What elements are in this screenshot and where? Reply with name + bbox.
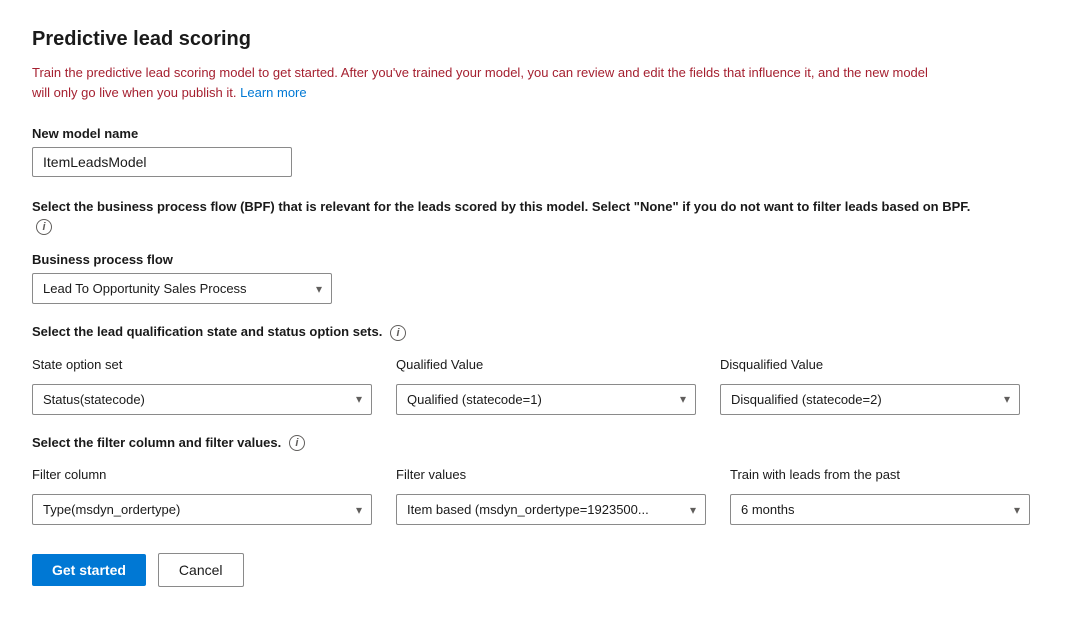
train-col: Train with leads from the past 6 months … — [730, 467, 1030, 525]
lead-qual-heading: Select the lead qualification state and … — [32, 324, 1045, 341]
lead-qual-info-icon: i — [390, 325, 406, 341]
disqualified-col: Disqualified Value Disqualified (stateco… — [720, 357, 1020, 415]
model-name-input[interactable] — [32, 147, 292, 177]
filter-val-col: Filter values Item based (msdyn_ordertyp… — [396, 467, 706, 525]
filter-col-select-wrapper: Type(msdyn_ordertype) ▾ — [32, 494, 372, 525]
disqualified-select-wrapper: Disqualified (statecode=2) ▾ — [720, 384, 1020, 415]
state-select[interactable]: Status(statecode) — [32, 384, 372, 415]
train-label: Train with leads from the past — [730, 467, 1030, 482]
button-bar: Get started Cancel — [32, 553, 1045, 587]
learn-more-link[interactable]: Learn more — [240, 85, 306, 100]
bpf-label: Business process flow — [32, 252, 1045, 267]
filter-val-select[interactable]: Item based (msdyn_ordertype=1923500... — [396, 494, 706, 525]
qualified-col: Qualified Value Qualified (statecode=1) … — [396, 357, 696, 415]
bpf-select[interactable]: None Lead To Opportunity Sales Process P… — [32, 273, 332, 304]
state-label: State option set — [32, 357, 372, 372]
lead-qual-section: Select the lead qualification state and … — [32, 324, 1045, 415]
disqualified-label: Disqualified Value — [720, 357, 1020, 372]
get-started-button[interactable]: Get started — [32, 554, 146, 586]
filter-heading: Select the filter column and filter valu… — [32, 435, 1045, 452]
train-select[interactable]: 6 months 3 months 12 months 24 months — [730, 494, 1030, 525]
filter-val-select-wrapper: Item based (msdyn_ordertype=1923500... ▾ — [396, 494, 706, 525]
bpf-info-text: Select the business process flow (BPF) t… — [32, 197, 992, 236]
filter-val-label: Filter values — [396, 467, 706, 482]
bpf-select-wrapper: None Lead To Opportunity Sales Process P… — [32, 273, 332, 304]
filter-info-icon: i — [289, 435, 305, 451]
model-name-label: New model name — [32, 126, 1045, 141]
qualified-select-wrapper: Qualified (statecode=1) ▾ — [396, 384, 696, 415]
cancel-button[interactable]: Cancel — [158, 553, 244, 587]
filter-col-col: Filter column Type(msdyn_ordertype) ▾ — [32, 467, 372, 525]
qualified-label: Qualified Value — [396, 357, 696, 372]
train-select-wrapper: 6 months 3 months 12 months 24 months ▾ — [730, 494, 1030, 525]
qualified-select[interactable]: Qualified (statecode=1) — [396, 384, 696, 415]
filter-col-select[interactable]: Type(msdyn_ordertype) — [32, 494, 372, 525]
bpf-info-icon: i — [36, 219, 52, 235]
lead-qual-columns: State option set Status(statecode) ▾ Qua… — [32, 357, 1045, 415]
page-title: Predictive lead scoring — [32, 28, 1045, 51]
model-name-section: New model name — [32, 126, 1045, 177]
filter-col-label: Filter column — [32, 467, 372, 482]
state-select-wrapper: Status(statecode) ▾ — [32, 384, 372, 415]
state-col: State option set Status(statecode) ▾ — [32, 357, 372, 415]
bpf-section: Select the business process flow (BPF) t… — [32, 197, 1045, 304]
description-text: Train the predictive lead scoring model … — [32, 65, 928, 100]
page-description: Train the predictive lead scoring model … — [32, 63, 932, 102]
filter-section: Select the filter column and filter valu… — [32, 435, 1045, 526]
disqualified-select[interactable]: Disqualified (statecode=2) — [720, 384, 1020, 415]
filter-columns: Filter column Type(msdyn_ordertype) ▾ Fi… — [32, 467, 1045, 525]
